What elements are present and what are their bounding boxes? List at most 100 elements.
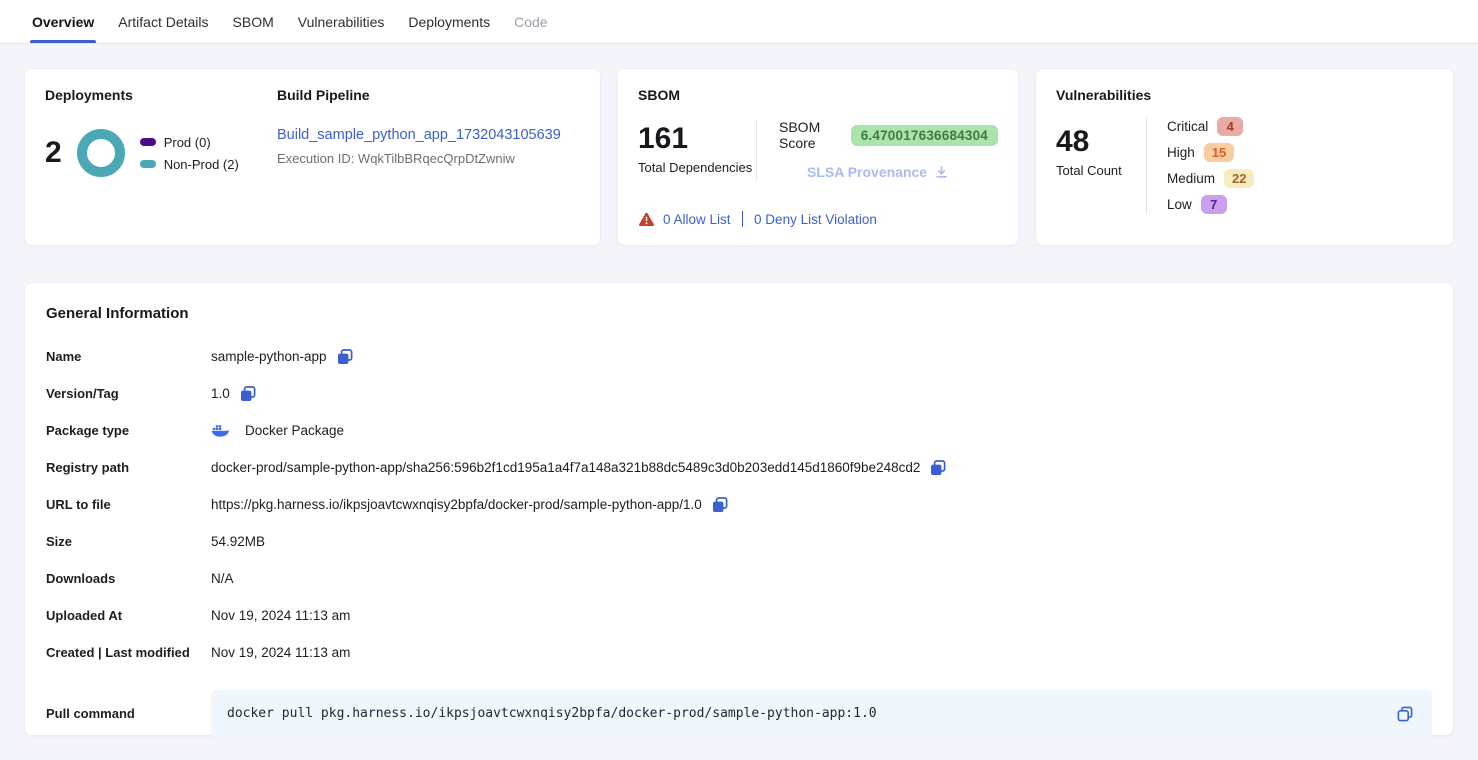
row-downloads: Downloads N/A — [46, 568, 1432, 589]
nonprod-label: Non-Prod (2) — [164, 157, 239, 172]
warning-triangle-icon — [638, 212, 655, 227]
created-modified-label: Created | Last modified — [46, 645, 211, 660]
name-value: sample-python-app — [211, 349, 327, 364]
tab-deployments[interactable]: Deployments — [396, 0, 502, 43]
deployments-card: Deployments 2 Prod (0) Non-Prod (2) — [24, 68, 601, 246]
url-to-file-value: https://pkg.harness.io/ikpsjoavtcwxnqisy… — [211, 497, 702, 512]
copy-icon — [929, 459, 947, 477]
allow-list-link[interactable]: 0 Allow List — [663, 212, 731, 227]
copy-icon — [336, 348, 354, 366]
build-pipeline-section: Build Pipeline Build_sample_python_app_1… — [277, 87, 580, 227]
row-package-type: Package type Docker Package — [46, 420, 1432, 441]
tab-artifact-details[interactable]: Artifact Details — [106, 0, 220, 43]
row-size: Size 54.92MB — [46, 531, 1432, 552]
severity-row-medium: Medium 22 — [1167, 169, 1254, 188]
row-url-to-file: URL to file https://pkg.harness.io/ikpsj… — [46, 494, 1432, 515]
download-icon — [934, 165, 949, 180]
legend-item-nonprod: Non-Prod (2) — [140, 157, 239, 172]
sbom-card: SBOM 161 Total Dependencies SBOM Score 6… — [617, 68, 1019, 246]
vuln-total: 48 — [1056, 127, 1146, 157]
severity-row-critical: Critical 4 — [1167, 117, 1254, 136]
downloads-label: Downloads — [46, 571, 211, 586]
downloads-value: N/A — [211, 571, 234, 586]
link-separator — [742, 211, 744, 227]
docker-icon — [211, 424, 229, 438]
tab-overview[interactable]: Overview — [20, 0, 106, 43]
version-label: Version/Tag — [46, 386, 211, 401]
deployments-stats: 2 Prod (0) Non-Prod (2) — [45, 129, 277, 177]
deployments-section: Deployments 2 Prod (0) Non-Prod (2) — [45, 87, 277, 227]
low-count-badge: 7 — [1201, 195, 1227, 214]
uploaded-at-label: Uploaded At — [46, 608, 211, 623]
sbom-score-block: SBOM Score 6.470017636684304 SLSA Proven… — [757, 119, 998, 180]
uploaded-at-value: Nov 19, 2024 11:13 am — [211, 608, 350, 623]
pipeline-link[interactable]: Build_sample_python_app_1732043105639 — [277, 127, 561, 143]
copy-icon — [239, 385, 257, 403]
tab-sbom[interactable]: SBOM — [221, 0, 286, 43]
sbom-total-label: Total Dependencies — [638, 160, 756, 175]
medium-label: Medium — [1167, 171, 1215, 186]
version-value: 1.0 — [211, 386, 230, 401]
size-value: 54.92MB — [211, 534, 265, 549]
row-name: Name sample-python-app — [46, 346, 1432, 367]
copy-outline-icon — [1396, 705, 1414, 723]
vulnerabilities-stats-row: 48 Total Count Critical 4 High 15 Medium — [1056, 117, 1433, 214]
vuln-total-block: 48 Total Count — [1056, 117, 1146, 214]
high-count-badge: 15 — [1204, 143, 1234, 162]
copy-pull-command-button[interactable] — [1396, 705, 1414, 723]
copy-version-button[interactable] — [239, 385, 257, 403]
nonprod-color-chip — [140, 160, 156, 168]
severity-list: Critical 4 High 15 Medium 22 Low 7 — [1147, 117, 1254, 214]
deployments-legend: Prod (0) Non-Prod (2) — [140, 135, 239, 172]
severity-row-high: High 15 — [1167, 143, 1254, 162]
tab-code[interactable]: Code — [502, 0, 559, 43]
low-label: Low — [1167, 197, 1192, 212]
package-type-value: Docker Package — [245, 423, 344, 438]
sbom-score-row: SBOM Score 6.470017636684304 — [779, 119, 998, 151]
pull-command-label: Pull command — [46, 706, 211, 721]
copy-url-button[interactable] — [711, 496, 729, 514]
general-information-title: General Information — [46, 305, 1432, 322]
deployments-donut-chart — [77, 129, 125, 177]
created-modified-value: Nov 19, 2024 11:13 am — [211, 645, 350, 660]
tab-bar: Overview Artifact Details SBOM Vulnerabi… — [0, 0, 1478, 44]
legend-item-prod: Prod (0) — [140, 135, 239, 150]
summary-cards-row: Deployments 2 Prod (0) Non-Prod (2) — [24, 68, 1454, 246]
high-label: High — [1167, 145, 1195, 160]
vulnerabilities-title: Vulnerabilities — [1056, 87, 1433, 103]
overview-page: Deployments 2 Prod (0) Non-Prod (2) — [0, 44, 1478, 760]
row-version: Version/Tag 1.0 — [46, 383, 1432, 404]
row-registry-path: Registry path docker-prod/sample-python-… — [46, 457, 1432, 478]
copy-registry-path-button[interactable] — [929, 459, 947, 477]
execution-id: Execution ID: WqkTilbBRqecQrpDtZwniw — [277, 151, 580, 166]
pull-command-value: docker pull pkg.harness.io/ikpsjoavtcwxn… — [227, 706, 877, 721]
row-pull-command: Pull command docker pull pkg.harness.io/… — [46, 703, 1432, 724]
sbom-total-block: 161 Total Dependencies — [638, 124, 756, 175]
pull-command-box: docker pull pkg.harness.io/ikpsjoavtcwxn… — [211, 690, 1432, 738]
url-to-file-label: URL to file — [46, 497, 211, 512]
slsa-provenance-link[interactable]: SLSA Provenance — [807, 164, 998, 180]
sbom-policy-links: 0 Allow List 0 Deny List Violation — [638, 211, 998, 227]
sbom-score-badge: 6.470017636684304 — [851, 125, 998, 146]
prod-label: Prod (0) — [164, 135, 211, 150]
general-information-card: General Information Name sample-python-a… — [24, 282, 1454, 736]
name-label: Name — [46, 349, 211, 364]
prod-color-chip — [140, 138, 156, 146]
copy-icon — [711, 496, 729, 514]
deny-list-link[interactable]: 0 Deny List Violation — [754, 212, 877, 227]
build-pipeline-title: Build Pipeline — [277, 87, 580, 103]
critical-label: Critical — [1167, 119, 1208, 134]
registry-path-label: Registry path — [46, 460, 211, 475]
package-type-label: Package type — [46, 423, 211, 438]
size-label: Size — [46, 534, 211, 549]
tab-vulnerabilities[interactable]: Vulnerabilities — [286, 0, 397, 43]
severity-row-low: Low 7 — [1167, 195, 1254, 214]
copy-name-button[interactable] — [336, 348, 354, 366]
sbom-stats-row: 161 Total Dependencies SBOM Score 6.4700… — [638, 119, 998, 180]
critical-count-badge: 4 — [1217, 117, 1243, 136]
vulnerabilities-card: Vulnerabilities 48 Total Count Critical … — [1035, 68, 1454, 246]
sbom-total: 161 — [638, 124, 756, 154]
deployments-total: 2 — [45, 138, 62, 168]
sbom-title: SBOM — [638, 87, 998, 103]
vuln-total-label: Total Count — [1056, 163, 1146, 178]
